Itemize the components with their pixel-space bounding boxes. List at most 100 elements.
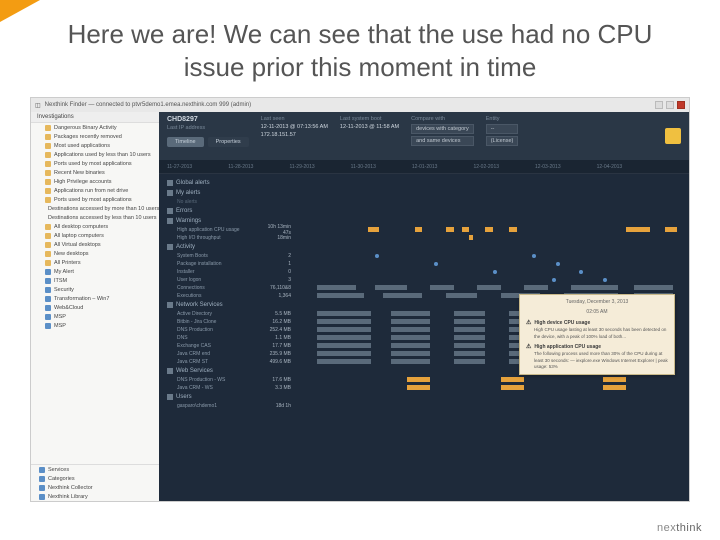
sidebar-item-label: Destinations accessed by more than 10 us… <box>48 206 159 212</box>
sidebar-item-label: Ports used by most applications <box>54 197 132 203</box>
section-my-alerts[interactable]: My alerts <box>167 188 689 198</box>
timeline-row: System Boots2 <box>167 252 689 260</box>
sidebar-item[interactable]: Destinations accessed by more than 10 us… <box>31 204 159 213</box>
sidebar-item[interactable]: Dangerous Binary Activity <box>31 123 159 132</box>
boot-value: 12-11-2013 @ 11:58 AM <box>340 124 399 130</box>
timeline-date: 11-29-2013 <box>289 164 314 170</box>
sidebar-item[interactable]: All Virtual desktops <box>31 240 159 249</box>
timeline-row: Connections76,110&8 <box>167 284 689 292</box>
device-name: CHD8297 <box>167 116 249 123</box>
last-ip-label: Last IP address <box>167 125 249 131</box>
folder-icon <box>45 152 51 158</box>
tooltip-date: Tuesday, December 3, 2013 <box>526 299 668 306</box>
folder-icon <box>45 161 51 167</box>
sidebar-item-label: High Privilege accounts <box>54 179 111 185</box>
sidebar-item[interactable]: MSP <box>31 312 159 321</box>
home-icon[interactable] <box>665 128 681 144</box>
timeline-date: 11-28-2013 <box>228 164 253 170</box>
compare-label: Compare with <box>411 116 474 122</box>
sidebar-item-label: MSP <box>54 314 66 320</box>
sidebar-item-label: All desktop computers <box>54 224 108 230</box>
folder-icon <box>45 179 51 185</box>
app-window: ◫ Nexthink Finder — connected to ptvr5de… <box>30 97 690 502</box>
maximize-button[interactable] <box>666 101 674 109</box>
folder-icon <box>45 287 51 293</box>
sidebar-item[interactable]: Applications used by less than 10 users <box>31 150 159 159</box>
timeline-date: 12-04-2013 <box>597 164 623 170</box>
sidebar-item[interactable]: Web&Cloud <box>31 303 159 312</box>
same-select[interactable]: and same devices <box>411 136 474 146</box>
window-titlebar: ◫ Nexthink Finder — connected to ptvr5de… <box>31 98 689 112</box>
sidebar-item[interactable]: My Alert <box>31 267 159 276</box>
tooltip-heading-2: High application CPU usage <box>526 343 668 351</box>
timeline-row: User logon3 <box>167 276 689 284</box>
window-title: Nexthink Finder — connected to ptvr5demo… <box>45 102 251 108</box>
sidebar-item[interactable]: Transformation – Win7 <box>31 294 159 303</box>
sidebar-item[interactable]: Applications run from net drive <box>31 186 159 195</box>
sidebar: Investigations Dangerous Binary Activity… <box>31 112 159 501</box>
minimize-button[interactable] <box>655 101 663 109</box>
sidebar-item[interactable]: Ports used by most applications <box>31 195 159 204</box>
section-global-alerts[interactable]: Global alerts <box>167 178 689 188</box>
section-activity[interactable]: Activity <box>167 242 689 252</box>
timeline-row: gasparo\chdemo118d 1h <box>167 402 689 410</box>
tooltip-body-1: High CPU usage lasting at least 30 secon… <box>534 327 668 340</box>
section-errors[interactable]: Errors <box>167 206 689 216</box>
tooltip-heading-1: High device CPU usage <box>526 319 668 327</box>
sidebar-item[interactable]: New desktops <box>31 249 159 258</box>
sidebar-item-label: Applications run from net drive <box>54 188 128 194</box>
section-warnings[interactable]: Warnings <box>167 216 689 226</box>
sidebar-bottom-item[interactable]: Categories <box>31 474 159 483</box>
sidebar-item[interactable]: All laptop computers <box>31 231 159 240</box>
sidebar-item[interactable]: Recent New binaries <box>31 168 159 177</box>
module-icon <box>39 476 45 482</box>
folder-icon <box>45 125 51 131</box>
timeline-date: 12-03-2013 <box>535 164 561 170</box>
close-button[interactable] <box>677 101 685 109</box>
sidebar-item-label: ITSM <box>54 278 67 284</box>
folder-icon <box>45 188 51 194</box>
sidebar-item-label: Dangerous Binary Activity <box>54 125 117 131</box>
sidebar-item[interactable]: Most used applications <box>31 141 159 150</box>
license-select[interactable]: (License) <box>486 136 519 146</box>
sidebar-item[interactable]: All Printers <box>31 258 159 267</box>
sidebar-bottom-item[interactable]: Nexthink Library <box>31 492 159 501</box>
entity-select[interactable]: -- <box>486 124 519 134</box>
sidebar-item[interactable]: All desktop computers <box>31 222 159 231</box>
timeline-dates: 11-27-201311-28-201311-29-201311-30-2013… <box>159 160 689 174</box>
main-panel: CHD8297 Last IP address Timeline Propert… <box>159 112 689 501</box>
folder-icon <box>45 233 51 239</box>
timeline-row: Package installation1 <box>167 260 689 268</box>
timeline-row: Installer0 <box>167 268 689 276</box>
sidebar-item[interactable]: Security <box>31 285 159 294</box>
slide-corner-accent <box>0 0 40 22</box>
sidebar-item-label: New desktops <box>54 251 89 257</box>
sidebar-item[interactable]: Ports used by most applications <box>31 159 159 168</box>
sidebar-item-label: MSP <box>54 323 66 329</box>
sidebar-list: Dangerous Binary Activity Packages recent… <box>31 123 159 464</box>
sidebar-item-label: My Alert <box>54 269 74 275</box>
sidebar-item[interactable]: Destinations accessed by less than 10 us… <box>31 213 159 222</box>
folder-icon <box>45 323 51 329</box>
last-seen-value: 12-11-2013 @ 07:13:56 AM <box>261 124 328 130</box>
sidebar-bottom-item[interactable]: Nexthink Collector <box>31 483 159 492</box>
sidebar-bottom-item[interactable]: Services <box>31 465 159 474</box>
sidebar-header: Investigations <box>31 112 159 123</box>
sidebar-item-label: Packages recently removed <box>54 134 122 140</box>
compare-select[interactable]: devices with category <box>411 124 474 134</box>
timeline-date: 12-01-2013 <box>412 164 438 170</box>
tab-timeline[interactable]: Timeline <box>167 137 204 147</box>
tooltip-body-2: The following process used more than 30%… <box>534 351 668 370</box>
folder-icon <box>45 224 51 230</box>
sidebar-item[interactable]: MSP <box>31 321 159 330</box>
tab-properties[interactable]: Properties <box>208 137 249 147</box>
folder-icon <box>45 143 51 149</box>
sidebar-item[interactable]: High Privilege accounts <box>31 177 159 186</box>
folder-icon <box>45 305 51 311</box>
section-users[interactable]: Users <box>167 392 689 402</box>
sidebar-item[interactable]: Packages recently removed <box>31 132 159 141</box>
entity-label: Entity <box>486 116 519 122</box>
timeline-row: High I/O throughput18min <box>167 234 689 242</box>
sidebar-item[interactable]: ITSM <box>31 276 159 285</box>
folder-icon <box>45 278 51 284</box>
